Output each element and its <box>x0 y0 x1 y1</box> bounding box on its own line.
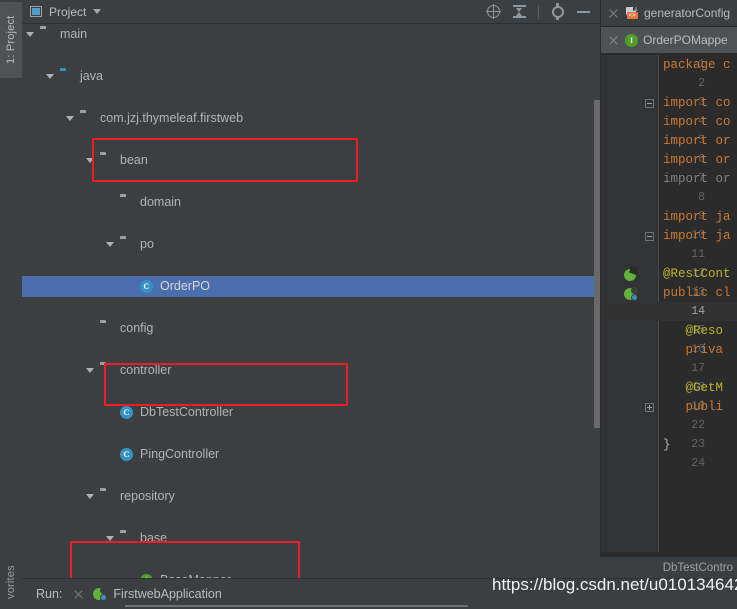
tree-row[interactable]: base <box>22 528 600 549</box>
expand-arrow-icon[interactable] <box>86 158 94 163</box>
close-icon[interactable] <box>608 8 619 19</box>
tree-row[interactable]: domain <box>22 192 600 213</box>
tree-row[interactable]: po <box>22 234 600 255</box>
gutter-line-number: 23 <box>691 438 705 451</box>
tree-row-label: base <box>140 531 168 545</box>
locate-in-tree-icon[interactable] <box>486 4 501 19</box>
tree-row-label: com.jzj.thymeleaf.firstweb <box>100 111 244 125</box>
gutter-line-number: 17 <box>691 362 705 375</box>
tree-row-label: po <box>140 237 154 251</box>
tree-row[interactable]: config <box>22 318 600 339</box>
gutter-line-number: 2 <box>698 77 705 90</box>
expand-arrow-icon[interactable] <box>26 32 34 37</box>
minimize-icon[interactable] <box>576 4 591 19</box>
tree-row-label: main <box>60 27 88 41</box>
gutter-line-number: 8 <box>698 191 705 204</box>
current-line-highlight <box>601 302 737 321</box>
code-line: import co <box>663 115 731 129</box>
code-editor[interactable]: 1 package c 2 3 import co 4 import co 5 import o… <box>601 55 737 552</box>
project-tree[interactable]: main java com.jzj.thymeleaf.firstweb bean do… <box>22 24 600 578</box>
code-line: import co <box>663 96 731 110</box>
code-line: priva <box>663 343 724 357</box>
tree-row-label: config <box>120 321 154 335</box>
expand-arrow-icon[interactable] <box>86 368 94 373</box>
tree-row[interactable]: controller <box>22 360 600 381</box>
code-line: import ja <box>663 229 731 243</box>
close-icon[interactable] <box>608 35 619 46</box>
toolbar-divider <box>538 4 539 19</box>
editor-area: <> generatorConfig I OrderPOMappe 1 packa… <box>600 0 737 578</box>
editor-tab-generatorconfig[interactable]: <> generatorConfig <box>601 0 737 27</box>
tree-row[interactable]: C OrderPO <box>22 276 600 297</box>
gear-icon[interactable] <box>550 3 565 20</box>
tree-row-label: controller <box>120 363 172 377</box>
watermark-url: https://blog.csdn.net/u010134642 <box>492 575 737 594</box>
code-line: public cl <box>663 286 731 300</box>
code-line: @RestCont <box>663 267 731 281</box>
fold-collapse-icon[interactable] <box>645 232 654 241</box>
run-configuration-name[interactable]: FirstwebApplication <box>113 587 221 601</box>
rail-tab-favorites[interactable]: vorites <box>0 556 22 609</box>
code-line: } <box>663 438 671 452</box>
project-window-icon <box>30 5 43 18</box>
gutter-line-number: 11 <box>691 248 705 261</box>
bean-gutter-icon[interactable] <box>624 265 639 282</box>
code-line: import or <box>663 172 731 186</box>
chevron-down-icon[interactable] <box>93 9 102 14</box>
tree-row[interactable]: java <box>22 66 600 87</box>
tool-window-rail: 1: Project vorites <box>0 0 23 609</box>
tree-row-label: java <box>80 69 103 83</box>
run-label: Run: <box>36 587 63 601</box>
gutter-line-number: 24 <box>691 457 705 470</box>
close-icon[interactable] <box>73 589 84 600</box>
editor-tab-orderpomapper[interactable]: I OrderPOMappe <box>601 27 737 54</box>
code-line: @Reso <box>663 324 724 338</box>
spring-boot-icon <box>93 586 108 601</box>
gutter-line-number: 14 <box>691 305 705 318</box>
tree-row-label: OrderPO <box>160 279 211 293</box>
tree-row-label: DbTestController <box>140 405 234 419</box>
tree-row[interactable]: bean <box>22 150 600 171</box>
tree-row[interactable]: com.jzj.thymeleaf.firstweb <box>22 108 600 129</box>
tree-row-label: domain <box>140 195 181 209</box>
code-line: import ja <box>663 210 731 224</box>
expand-arrow-icon[interactable] <box>106 242 114 247</box>
tree-row[interactable]: repository <box>22 486 600 507</box>
code-line: publi <box>663 400 724 414</box>
tree-row-label: repository <box>120 489 175 503</box>
tree-row-label: PingController <box>140 447 220 461</box>
interface-icon: I <box>625 33 638 47</box>
ide-window: 1: Project vorites Project main java com… <box>0 0 737 609</box>
editor-tab-label: generatorConfig <box>644 6 731 20</box>
spring-gutter-icon[interactable] <box>624 287 638 301</box>
tree-row-label: BaseMapper <box>160 570 231 578</box>
code-line: import or <box>663 153 731 167</box>
expand-arrow-icon[interactable] <box>106 536 114 541</box>
fold-expand-icon[interactable] <box>645 403 654 412</box>
fold-collapse-icon[interactable] <box>645 99 654 108</box>
run-tab-underline <box>125 605 468 607</box>
tree-row-label: bean <box>120 153 148 167</box>
code-line: @GetM <box>663 381 724 395</box>
collapse-all-icon[interactable] <box>512 4 527 19</box>
code-line: import or <box>663 134 731 148</box>
expand-arrow-icon[interactable] <box>46 74 54 79</box>
gutter-line-number: 22 <box>691 419 705 432</box>
editor-tab-label: OrderPOMappe <box>643 33 728 47</box>
tree-row[interactable]: C DbTestController <box>22 402 600 423</box>
expand-arrow-icon[interactable] <box>86 494 94 499</box>
code-line: package c <box>663 58 731 72</box>
panel-actions <box>486 3 600 20</box>
tree-row[interactable]: C PingController <box>22 444 600 465</box>
project-panel-header: Project <box>22 0 600 24</box>
expand-arrow-icon[interactable] <box>66 116 74 121</box>
xml-file-icon: <> <box>625 6 639 20</box>
project-tool-window: Project main java com.jzj.thymeleaf.firstw… <box>22 0 600 578</box>
panel-title: Project <box>49 4 87 19</box>
rail-tab-project[interactable]: 1: Project <box>0 2 22 78</box>
tree-row[interactable]: main <box>22 24 600 45</box>
